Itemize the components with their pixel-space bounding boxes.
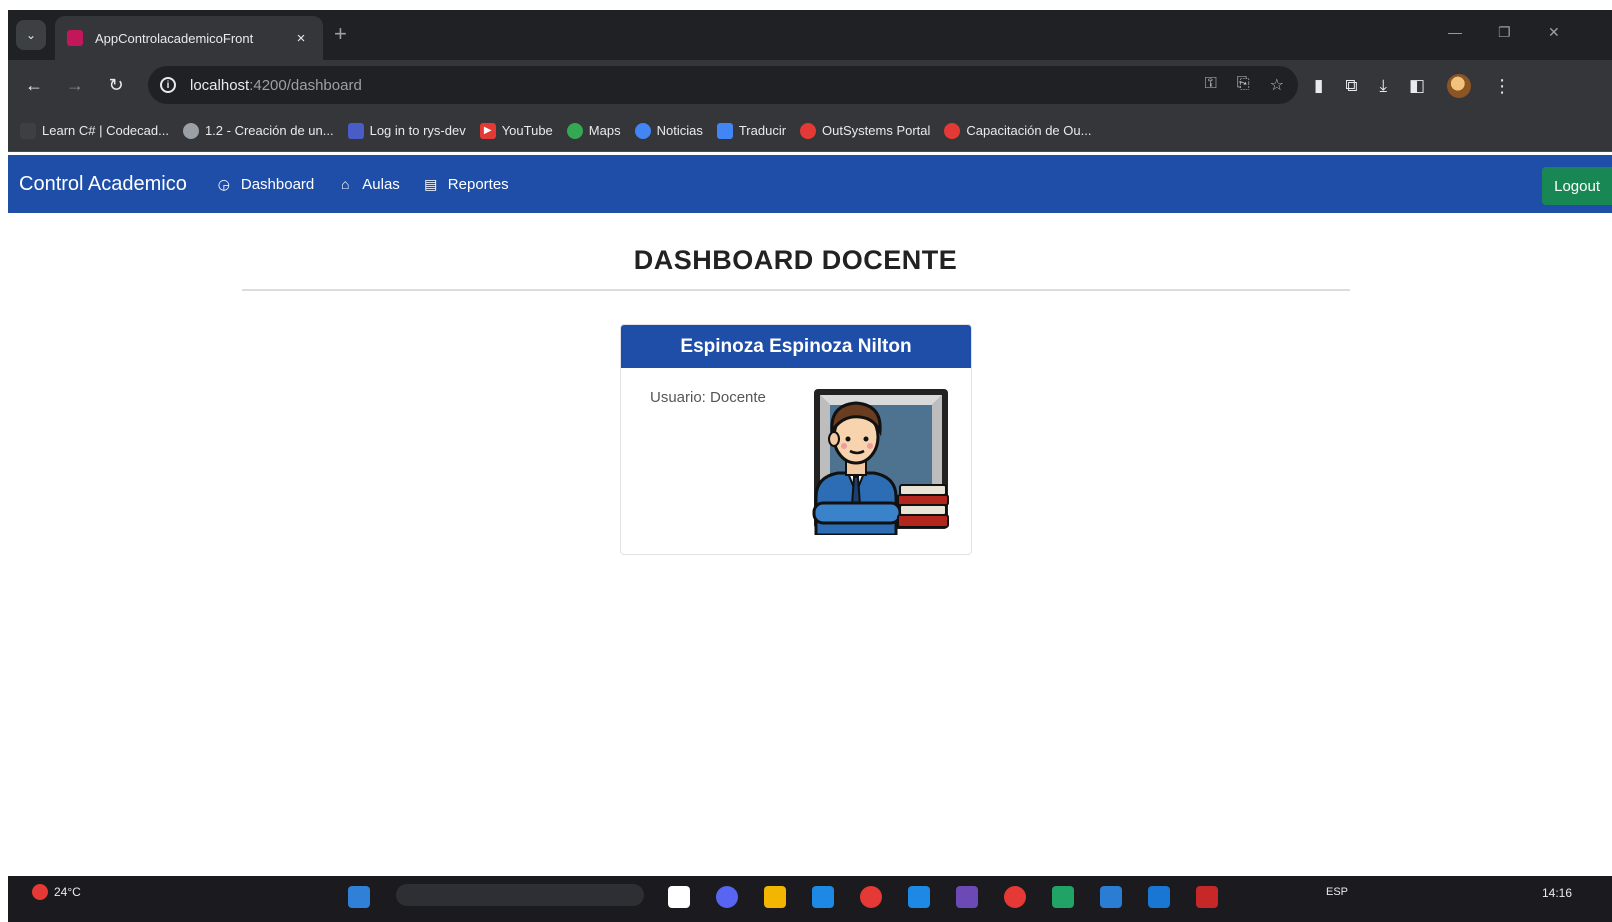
nav-dashboard[interactable]: ◶ Dashboard — [215, 175, 315, 193]
forward-icon[interactable]: → — [63, 73, 87, 97]
reload-icon[interactable]: ↻ — [104, 73, 128, 97]
rys-logo-icon — [347, 122, 364, 139]
page-title: DASHBOARD DOCENTE — [633, 245, 958, 275]
divider — [242, 289, 1350, 291]
url-path: :4200/dashboard — [249, 76, 362, 94]
bookmark-item[interactable]: Traducir — [716, 122, 787, 139]
bookmark-label: Log in to rys-dev — [369, 123, 466, 138]
translate-icon — [716, 122, 733, 139]
card-header: Espinoza Espinoza Nilton — [621, 325, 971, 368]
classroom-icon: ⌂ — [341, 176, 350, 192]
bookmark-star-icon[interactable]: ☆ — [1270, 75, 1284, 95]
extension-icons: ▮ ⧉ ⤓ ◧ ⋮ — [1314, 74, 1511, 98]
bookmark-item[interactable]: Capacitación de Ou... — [944, 122, 1092, 139]
youtube-icon: ▶ — [479, 122, 496, 139]
minimize-icon[interactable]: — — [1448, 24, 1462, 40]
new-tab-button[interactable]: + — [334, 22, 347, 46]
outsystems-icon — [800, 122, 817, 139]
profile-avatar[interactable] — [1447, 74, 1472, 98]
task-view-icon[interactable] — [668, 886, 690, 908]
weather-temp: 24°C — [54, 885, 81, 899]
bookmark-item[interactable]: Noticias — [634, 122, 703, 139]
translate-icon[interactable]: ⎘ — [1237, 75, 1250, 95]
nav-reportes[interactable]: ▤ Reportes — [422, 175, 509, 193]
download-icon[interactable]: ⤓ — [1380, 76, 1388, 96]
globe-icon — [182, 122, 199, 139]
close-window-icon[interactable]: ✕ — [1548, 24, 1560, 41]
language-indicator[interactable]: ESP — [1326, 886, 1348, 898]
taskbar-search[interactable] — [396, 884, 644, 906]
nav-aulas[interactable]: ⌂ Aulas — [336, 175, 400, 193]
app-icon[interactable] — [1004, 886, 1026, 908]
bookmark-item[interactable]: Learn C# | Codecad... — [20, 122, 169, 139]
url-host: localhost — [190, 76, 250, 94]
outsystems-icon — [944, 122, 961, 139]
report-icon: ▤ — [424, 175, 438, 192]
tab-title: AppControlacademicoFront — [95, 30, 254, 46]
navbar-brand[interactable]: Control Academico — [19, 173, 187, 196]
back-icon[interactable]: ← — [22, 73, 46, 97]
taskbar-clock[interactable]: 14:16 — [1542, 886, 1572, 900]
tab-active[interactable]: AppControlacademicoFront × — [55, 16, 323, 60]
weather-widget[interactable]: 24°C — [32, 884, 81, 900]
excel-icon[interactable] — [1052, 886, 1074, 908]
teacher-card: Espinoza Espinoza Nilton Usuario: Docent… — [620, 324, 972, 555]
restore-icon[interactable]: ❐ — [1498, 24, 1511, 41]
weather-icon — [32, 884, 48, 900]
bookmark-item[interactable]: Log in to rys-dev — [347, 122, 466, 139]
app-icon[interactable] — [1148, 886, 1170, 908]
extension-icon[interactable]: ▮ — [1314, 76, 1323, 96]
more-menu-icon[interactable]: ⋮ — [1493, 76, 1511, 97]
browser-window: ⌄ AppControlacademicoFront × + — ❐ ✕ ← →… — [8, 10, 1612, 922]
taskbar-pinned-apps — [668, 886, 1218, 908]
os-taskbar: 24°C ESP 14:16 — [8, 876, 1612, 922]
chevron-down-icon: ⌄ — [25, 28, 37, 42]
folder-icon[interactable] — [764, 886, 786, 908]
chat-icon[interactable] — [716, 886, 738, 908]
puzzle-extensions-icon[interactable]: ⧉ — [1345, 76, 1357, 96]
bookmark-label: Maps — [588, 123, 621, 138]
app-icon[interactable] — [1196, 886, 1218, 908]
bookmark-label: Capacitación de Ou... — [966, 123, 1092, 138]
close-tab-icon[interactable]: × — [291, 30, 311, 47]
maps-pin-icon — [566, 122, 583, 139]
app-navbar: Control Academico ◶ Dashboard ⌂ Aulas ▤ … — [8, 155, 1612, 213]
chrome-icon[interactable] — [860, 886, 882, 908]
bookmarks-bar: Learn C# | Codecad... 1.2 - Creación de … — [8, 110, 1612, 152]
news-icon — [634, 122, 651, 139]
edge-icon[interactable] — [908, 886, 930, 908]
nav-dashboard-label: Dashboard — [240, 175, 315, 193]
site-info-icon[interactable]: i — [160, 77, 176, 93]
logout-button[interactable]: Logout — [1542, 167, 1612, 205]
store-icon[interactable] — [812, 886, 834, 908]
bookmark-item[interactable]: ▶ YouTube — [479, 122, 553, 139]
omnibox-actions: ⚿ ⎘ ☆ — [1205, 75, 1284, 95]
side-panel-icon[interactable]: ◧ — [1409, 76, 1425, 96]
bookmark-label: Traducir — [738, 123, 787, 138]
apps-grid-icon — [20, 122, 36, 139]
nav-aulas-label: Aulas — [362, 175, 400, 193]
teacher-avatar-icon — [812, 389, 949, 535]
user-role-label: Usuario: Docente — [650, 389, 766, 406]
bookmark-item[interactable]: Maps — [566, 122, 621, 139]
word-icon[interactable] — [1100, 886, 1122, 908]
bookmark-label: YouTube — [501, 123, 553, 138]
bookmark-item[interactable]: OutSystems Portal — [800, 122, 931, 139]
browser-toolbar: ← → ↻ i localhost :4200/dashboard ⚿ ⎘ ☆ … — [8, 60, 1612, 110]
dashboard-icon: ◶ — [217, 175, 230, 192]
password-key-icon[interactable]: ⚿ — [1205, 75, 1217, 95]
angular-favicon-icon — [67, 30, 83, 46]
bookmark-label: OutSystems Portal — [822, 123, 931, 138]
vs-icon[interactable] — [956, 886, 978, 908]
taskbar-apps — [348, 886, 370, 908]
bookmark-item[interactable]: 1.2 - Creación de un... — [182, 122, 334, 139]
bookmark-label: 1.2 - Creación de un... — [204, 123, 334, 138]
tab-strip: ⌄ AppControlacademicoFront × + — ❐ ✕ — [8, 10, 1612, 60]
bookmark-label: Learn C# | Codecad... — [42, 123, 169, 138]
nav-reportes-label: Reportes — [447, 175, 509, 193]
tab-search-button[interactable]: ⌄ — [16, 20, 46, 50]
windows-start-icon[interactable] — [348, 886, 370, 908]
bookmark-label: Noticias — [656, 123, 703, 138]
address-bar[interactable]: i localhost :4200/dashboard ⚿ ⎘ ☆ — [148, 66, 1298, 104]
